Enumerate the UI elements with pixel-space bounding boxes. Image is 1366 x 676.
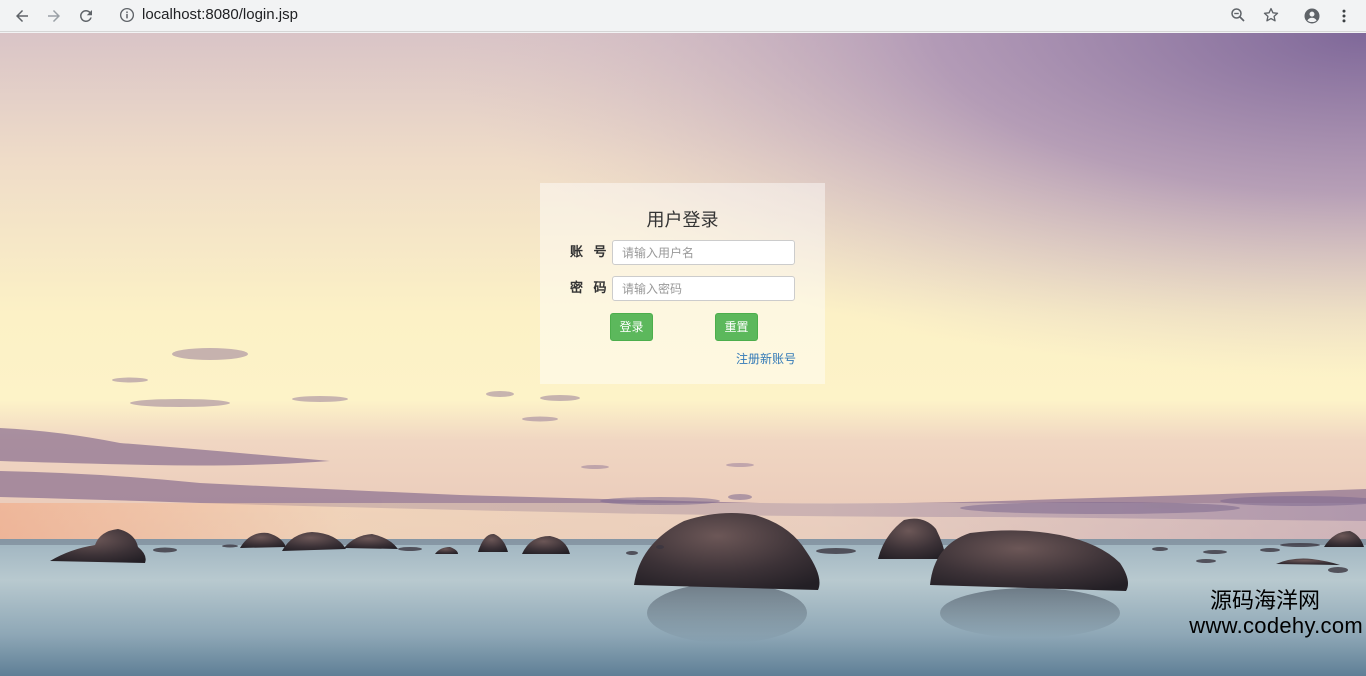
back-arrow-icon [16,10,28,22]
account-button[interactable] [1300,4,1324,28]
back-button[interactable] [10,4,34,28]
address-bar[interactable]: localhost:8080/login.jsp [108,2,1290,28]
forward-arrow-icon [48,10,60,22]
forward-button[interactable] [42,4,66,28]
info-icon[interactable] [118,6,136,24]
bookmark-button[interactable] [1262,6,1282,26]
browser-toolbar: localhost:8080/login.jsp [0,0,1366,32]
zoom-icon [1231,8,1245,22]
reset-button[interactable]: 重置 [715,313,758,341]
reload-icon [79,9,92,22]
bookmark-star-icon [1263,7,1279,22]
password-input[interactable] [612,276,795,301]
menu-dots-icon [1342,9,1346,23]
register-link[interactable]: 注册新账号 [736,351,796,367]
account-icon [1304,8,1320,24]
zoom-button[interactable] [1229,6,1249,26]
url-text: localhost:8080/login.jsp [142,6,298,23]
login-panel: 用户登录 账 号 密 码 登录 重置 注册新账号 [540,183,825,384]
username-input[interactable] [612,240,795,265]
menu-button[interactable] [1332,4,1356,28]
page-viewport: 用户登录 账 号 密 码 登录 重置 注册新账号 [0,33,1366,676]
login-title: 用户登录 [646,210,719,231]
watermark-site-url: www.codehy.com [1189,613,1363,638]
reload-button[interactable] [74,4,98,28]
login-button[interactable]: 登录 [610,313,653,341]
watermark-site-name: 源码海洋网 [1209,589,1320,614]
password-label: 密 码 [570,281,610,296]
username-label: 账 号 [570,245,610,260]
